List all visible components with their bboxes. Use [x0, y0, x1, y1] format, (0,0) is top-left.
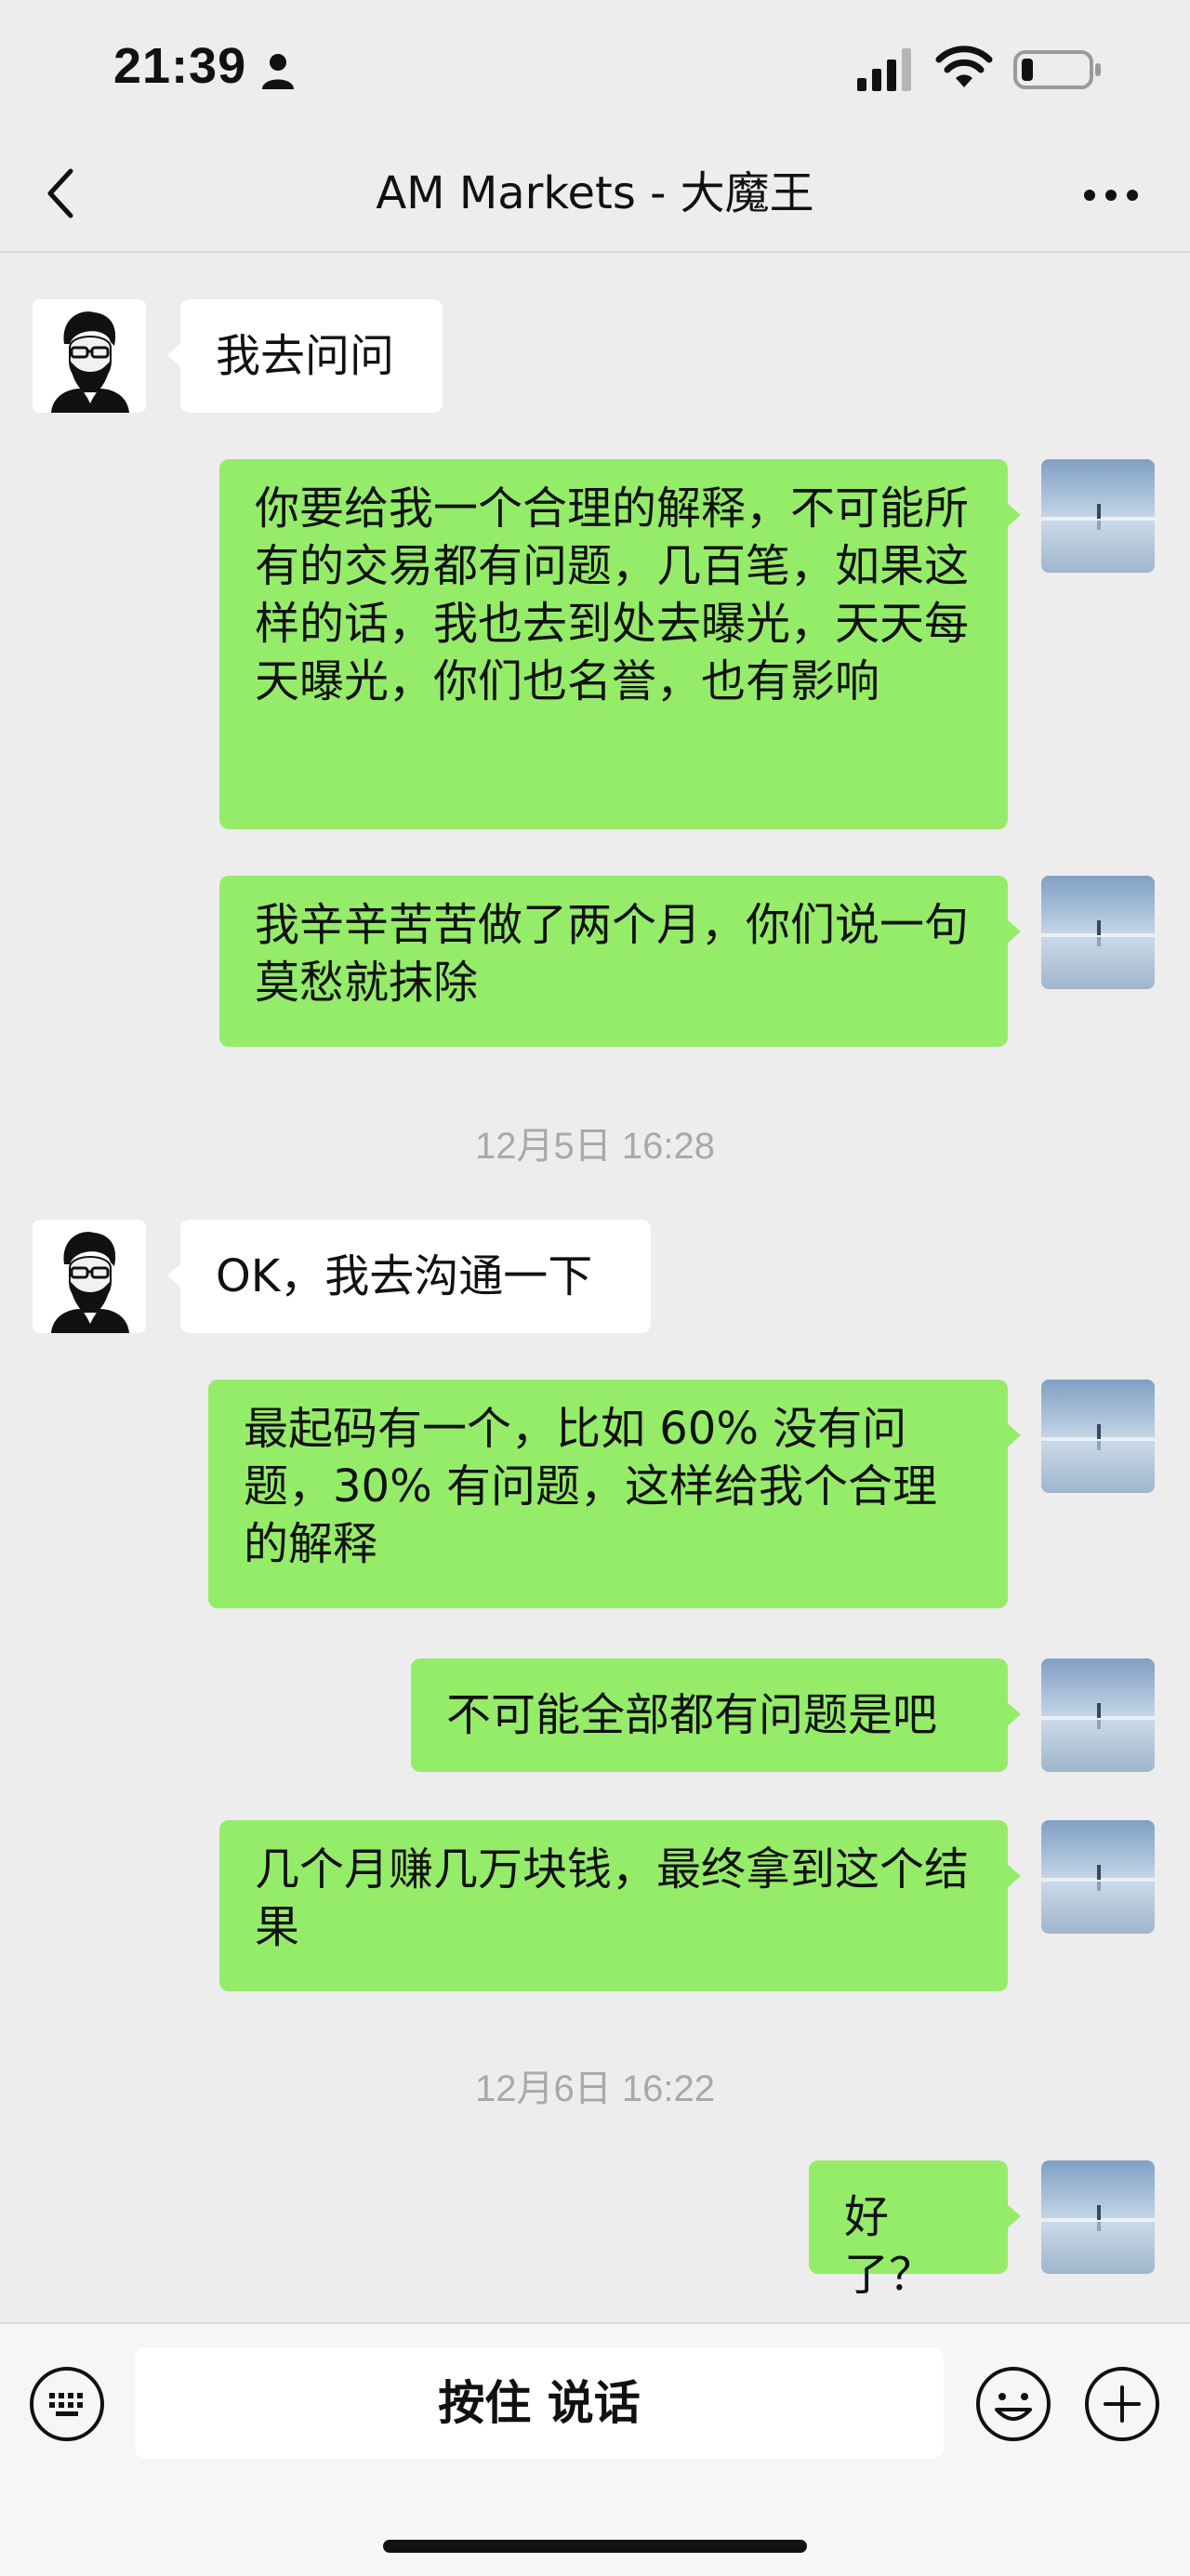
message-text: 最起码有一个，比如 60% 没有问题，30% 有问题，这样给我个合理的解释 [244, 1403, 937, 1570]
message-timestamp: 12月6日 16:22 [475, 2068, 715, 2109]
message-text: 你要给我一个合理的解释，不可能所有的交易都有问题，几百笔，如果这样的话，我也去到… [255, 482, 970, 707]
more-dots-icon[interactable] [1078, 177, 1144, 214]
message-bubble-sent[interactable]: 好了？ [809, 2160, 1021, 2301]
sea-landscape-avatar-icon [1041, 1820, 1155, 1934]
battery-icon [1013, 50, 1101, 89]
message-bubble-sent[interactable]: 我辛辛苦苦做了两个月，你们说一句莫愁就抹除 [219, 876, 1021, 1047]
message-text: OK，我去沟通一下 [216, 1250, 593, 1302]
bearded-man-avatar-icon [33, 1220, 146, 1333]
input-bar: 按住 说话 [0, 2322, 1190, 2576]
message-text: 几个月赚几万块钱，最终拿到这个结果 [255, 1843, 970, 1953]
my-avatar[interactable] [1041, 876, 1155, 989]
signal-icon [857, 48, 911, 91]
contact-avatar[interactable] [33, 1220, 146, 1333]
message-bubble-sent[interactable]: 最起码有一个，比如 60% 没有问题，30% 有问题，这样给我个合理的解释 [208, 1380, 1021, 1608]
status-time: 21:39 [113, 38, 247, 94]
person-icon [262, 54, 294, 89]
message-text: 不可能全部都有问题是吧 [446, 1689, 938, 1741]
my-avatar[interactable] [1041, 2160, 1155, 2274]
message-text: 我辛辛苦苦做了两个月，你们说一句莫愁就抹除 [255, 899, 970, 1009]
keyboard-icon[interactable] [28, 2365, 106, 2443]
sea-landscape-avatar-icon [1041, 1380, 1155, 1493]
message-text: 好了？ [844, 2191, 934, 2301]
home-indicator[interactable] [383, 2540, 807, 2553]
message-timestamp: 12月5日 16:28 [475, 1126, 715, 1167]
bearded-man-avatar-icon [33, 299, 146, 413]
message-bubble-received[interactable]: OK，我去沟通一下 [167, 1220, 651, 1333]
message-bubble-sent[interactable]: 几个月赚几万块钱，最终拿到这个结果 [219, 1820, 1021, 1991]
my-avatar[interactable] [1041, 1658, 1155, 1772]
status-bar: 21:39 [0, 0, 1190, 139]
emoji-icon[interactable] [974, 2365, 1052, 2443]
sea-landscape-avatar-icon [1041, 876, 1155, 989]
message-bubble-received[interactable]: 我去问问 [167, 299, 443, 413]
my-avatar[interactable] [1041, 1380, 1155, 1493]
chat-header: AM Markets - 大魔王 [0, 139, 1190, 253]
my-avatar[interactable] [1041, 459, 1155, 573]
sea-landscape-avatar-icon [1041, 2160, 1155, 2274]
sea-landscape-avatar-icon [1041, 459, 1155, 573]
hold-to-talk-button[interactable]: 按住 说话 [135, 2348, 944, 2458]
message-bubble-sent[interactable]: 不可能全部都有问题是吧 [411, 1658, 1021, 1772]
my-avatar[interactable] [1041, 1820, 1155, 1934]
sea-landscape-avatar-icon [1041, 1658, 1155, 1772]
wifi-icon [935, 46, 993, 87]
contact-avatar[interactable] [33, 299, 146, 413]
message-text: 我去问问 [216, 330, 395, 382]
message-list[interactable]: 我去问问 你要给我一个合理的解释，不可能所有的交易都有问题，几百笔，如果这样的话… [0, 253, 1190, 2321]
message-bubble-sent[interactable]: 你要给我一个合理的解释，不可能所有的交易都有问题，几百笔，如果这样的话，我也去到… [219, 459, 1021, 829]
chat-title: AM Markets - 大魔王 [376, 167, 814, 219]
plus-icon[interactable] [1083, 2365, 1161, 2443]
